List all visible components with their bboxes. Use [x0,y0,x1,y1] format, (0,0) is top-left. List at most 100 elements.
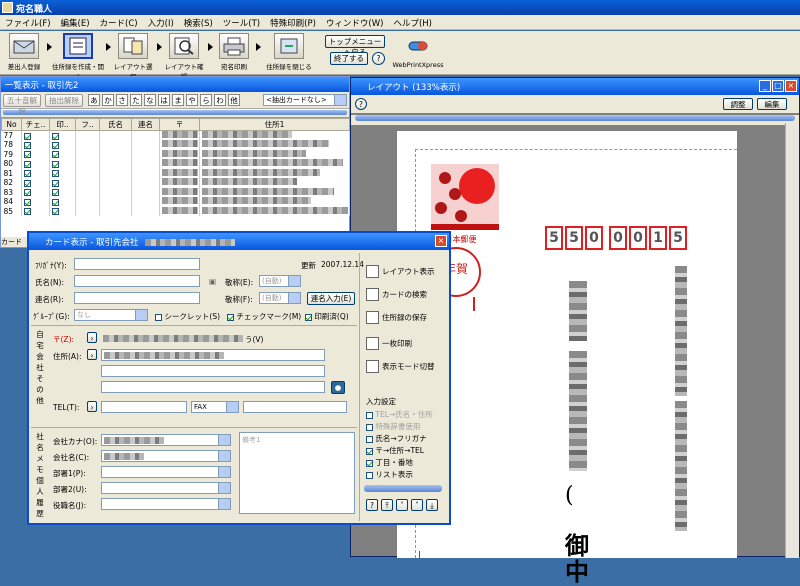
card-search-button[interactable]: カードの検索 [366,286,427,302]
clear-kana-button[interactable]: 五十音解除 [3,94,41,116]
menu-window[interactable]: ウィンドウ(W) [321,15,389,29]
table-row[interactable]: 84 [1,197,350,207]
company-kana-select[interactable] [101,434,231,446]
extract-select[interactable]: <抽出カードなし> [263,94,347,106]
row-check[interactable] [21,159,50,169]
row-print[interactable] [49,140,76,150]
kana-a-button[interactable]: あ [88,94,100,106]
row-check[interactable] [21,178,50,188]
row-print[interactable] [49,149,76,159]
row-check[interactable] [21,130,50,140]
tool-close-addressbook[interactable]: 住所録を閉じる [263,33,315,71]
menu-search[interactable]: 検索(S) [179,15,218,29]
input-option-checkbox[interactable]: 〒→住所→TEL [366,445,424,456]
col-address1[interactable]: 住所1 [199,118,350,131]
tool-layout-select[interactable]: レイアウト選択 [111,33,155,81]
nav-prev-icon[interactable]: ˄ [396,499,408,511]
keisho-select-1[interactable]: (自動) [259,275,301,287]
furigana-input[interactable] [74,258,200,270]
col-zip[interactable]: 〒 [159,118,200,131]
kana-wa-button[interactable]: わ [214,94,226,106]
table-row[interactable]: 78 [1,140,350,150]
kana-ya-button[interactable]: や [186,94,198,106]
col-name[interactable]: 氏名 [99,118,132,131]
renmei-input[interactable] [74,292,200,304]
row-print[interactable] [49,197,76,207]
layout-view-button[interactable]: レイアウト表示 [366,263,435,279]
display-mode-button[interactable]: 表示モード切替 [366,358,435,374]
company-select[interactable] [101,450,231,462]
save-addressbook-button[interactable]: 住所録の保存 [366,309,427,325]
clear-extract-button[interactable]: 抽出解除 [45,94,83,107]
row-check[interactable] [21,168,50,178]
tool-print[interactable]: 宛名印刷 [214,33,254,71]
kana-ra-button[interactable]: ら [200,94,212,106]
row-check[interactable] [21,140,50,150]
menu-card[interactable]: カード(C) [95,15,143,29]
memo-textarea[interactable]: 備考1 [239,432,355,514]
kana-other-button[interactable]: 他 [228,94,240,106]
address-input-3[interactable] [101,381,325,393]
renmei-input-button[interactable]: 連名入力(E) [307,292,355,305]
kana-na-button[interactable]: な [144,94,156,106]
menu-input[interactable]: 入力(I) [143,15,179,29]
table-row[interactable]: 82 [1,178,350,188]
keisho-select-2[interactable]: (自動) [259,292,301,304]
row-check[interactable] [21,206,50,216]
input-option-checkbox[interactable]: 丁目・番地 [366,457,413,468]
row-check[interactable] [21,149,50,159]
tool-layout-check[interactable]: レイアウト確認 [162,33,206,81]
layout-help-icon[interactable]: ? [355,98,367,110]
secret-checkbox[interactable]: シークレット(S) [155,311,220,322]
maximize-icon[interactable]: □ [772,80,784,92]
menu-edit[interactable]: 編集(E) [56,15,95,29]
fax-select[interactable]: FAX [191,401,239,413]
nav-next-icon[interactable]: ˅ [411,499,423,511]
top-menu-button[interactable]: トップメニューへ戻る [325,35,385,57]
col-renmei[interactable]: 連名 [131,118,160,131]
row-print[interactable] [49,130,76,140]
input-option-checkbox[interactable]: リスト表示 [366,469,413,480]
row-check[interactable] [21,187,50,197]
col-print[interactable]: 印.. [49,118,76,131]
kana-sa-button[interactable]: さ [116,94,128,106]
exit-button[interactable]: 終了する [330,52,368,65]
dept1-select[interactable] [101,466,231,478]
address-input-1[interactable] [101,349,325,361]
tab-company-memo[interactable]: 社名メモ個人履歴 [35,431,45,519]
address-lookup-arrow-icon[interactable]: › [87,349,97,360]
contact-icon[interactable]: ▣ [209,277,216,286]
close-icon[interactable]: × [435,235,447,247]
close-icon[interactable]: × [785,80,797,92]
title-select[interactable] [101,498,231,510]
row-print[interactable] [49,159,76,169]
kana-ka-button[interactable]: か [102,94,114,106]
table-row[interactable]: 81 [1,168,350,178]
input-option-checkbox[interactable]: 氏名→フリガナ [366,433,427,444]
row-print[interactable] [49,206,76,216]
row-print[interactable] [49,178,76,188]
menu-tools[interactable]: ツール(T) [218,15,265,29]
row-print[interactable] [49,168,76,178]
address-input-2[interactable] [101,365,325,377]
fax-input[interactable] [243,401,347,413]
edit-button[interactable]: 編集 [757,98,787,110]
tool-webprint[interactable]: WebPrintXpress [392,33,444,69]
name-input[interactable] [74,275,200,287]
printed-checkbox[interactable]: 印刷済(Q) [305,311,349,322]
group-select[interactable]: なし [74,309,148,321]
col-no[interactable]: No [1,118,22,131]
single-print-button[interactable]: 一枚印刷 [366,335,412,351]
nav-last-icon[interactable]: ⤓ [426,499,438,511]
check-mark-checkbox[interactable]: チェックマーク(M) [227,311,301,322]
tel-input[interactable] [101,401,187,413]
table-row[interactable]: 83 [1,187,350,197]
nav-help-icon[interactable]: ? [366,499,378,511]
kana-ha-button[interactable]: は [158,94,170,106]
layout-scrollbar[interactable] [785,123,799,558]
kana-ma-button[interactable]: ま [172,94,184,106]
menu-file[interactable]: ファイル(F) [0,15,56,29]
table-row[interactable]: 85 [1,206,350,216]
zip-lookup-arrow-icon[interactable]: › [87,332,97,343]
tool-sender-register[interactable]: 差出人登録 [4,33,44,71]
